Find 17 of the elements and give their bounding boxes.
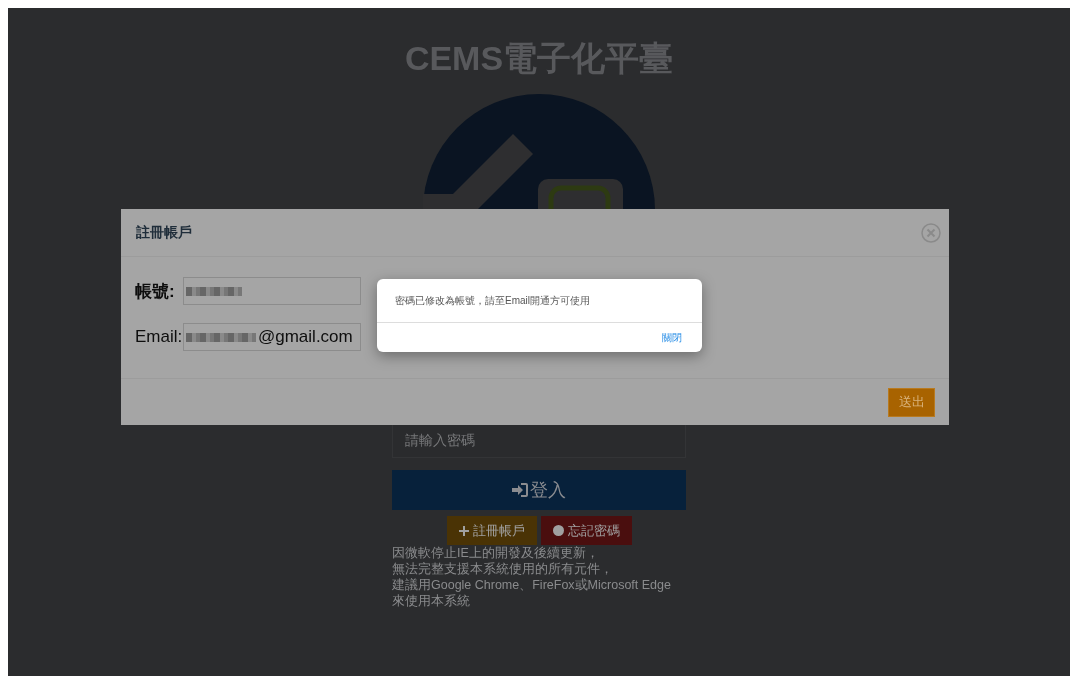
close-link[interactable]: 關閉 bbox=[662, 330, 682, 345]
forgot-password-button[interactable]: 忘記密碼 bbox=[540, 516, 632, 545]
register-button[interactable]: 註冊帳戶 bbox=[446, 516, 537, 545]
close-icon[interactable] bbox=[921, 222, 941, 243]
login-button[interactable]: 登入 bbox=[392, 470, 686, 510]
alert-message: 密碼已修改為帳號，請至Email開通方可使用 bbox=[377, 279, 702, 323]
field-label: Email: bbox=[135, 327, 183, 347]
notice-text: 建議用Google Chrome、FireFox或Microsoft Edge bbox=[392, 577, 672, 593]
sign-in-icon bbox=[512, 483, 528, 497]
notice-text: 因微軟停止IE上的開發及後續更新， bbox=[392, 545, 600, 561]
dialog-title: 註冊帳戶 bbox=[136, 223, 192, 242]
text-field[interactable]: @gmail.com bbox=[183, 323, 361, 351]
notice-text: 無法完整支援本系統使用的所有元件， bbox=[392, 561, 614, 577]
notice-text: 來使用本系統 bbox=[392, 593, 471, 609]
text-field[interactable] bbox=[183, 277, 361, 305]
plus-icon bbox=[458, 525, 469, 536]
field-label: 帳號: bbox=[135, 280, 176, 303]
